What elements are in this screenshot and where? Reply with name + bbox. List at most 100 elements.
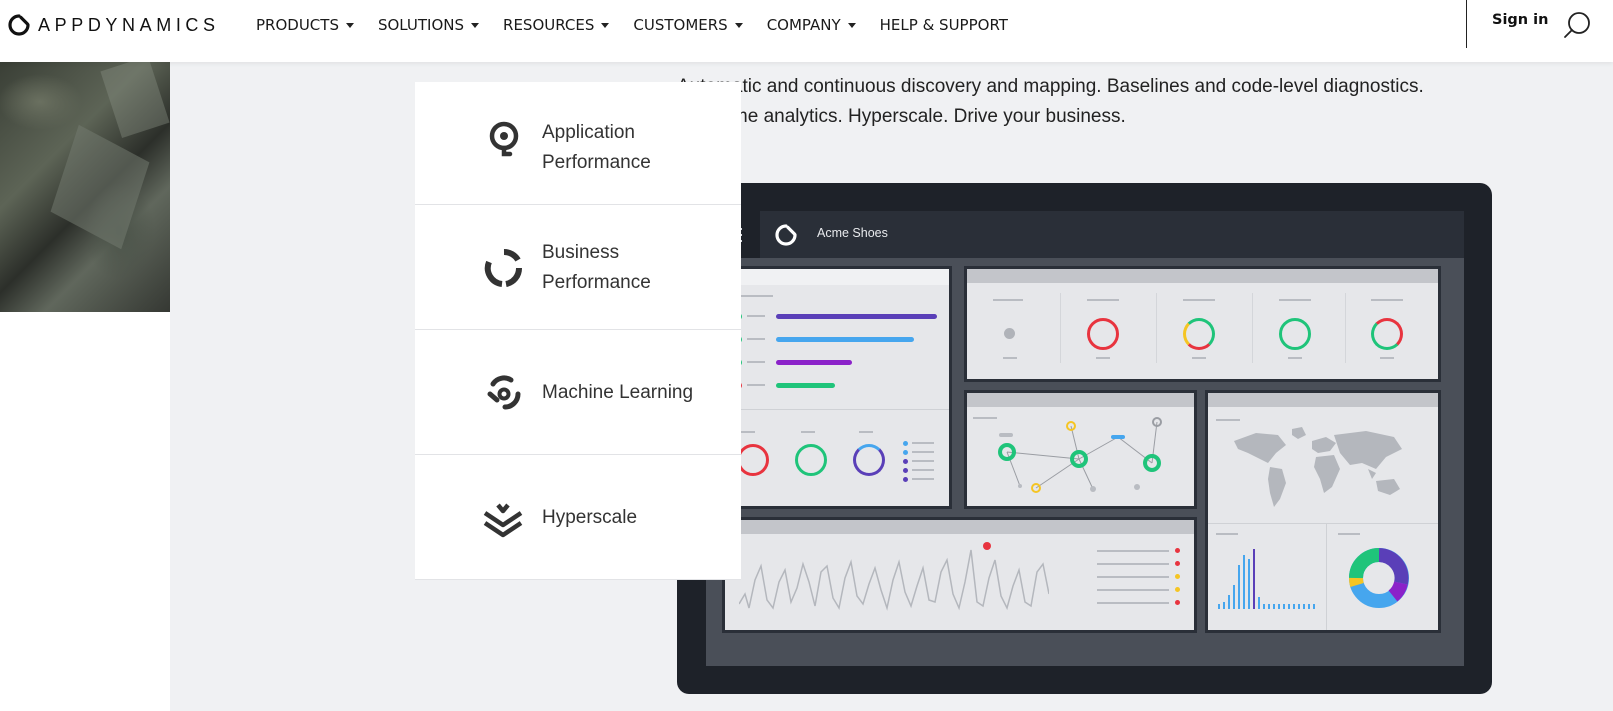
description-line: Automatic and continuous discovery and m… xyxy=(677,76,1424,97)
placeholder-line xyxy=(1096,357,1110,359)
nav-item-label: PRODUCTS xyxy=(256,16,339,34)
caret-down-icon xyxy=(847,22,856,28)
nav-item-products[interactable]: PRODUCTS xyxy=(256,16,354,34)
legend-line xyxy=(1097,576,1169,578)
nav-item-help-support[interactable]: HELP & SUPPORT xyxy=(880,16,1008,34)
nav-item-label: SOLUTIONS xyxy=(377,16,465,34)
placeholder-line xyxy=(912,442,934,444)
panel-header xyxy=(967,269,1438,283)
feature-label-line: Performance xyxy=(542,152,651,173)
feature-list: Application Performance Business Perform… xyxy=(415,82,741,580)
legend-dot xyxy=(1175,574,1180,579)
mockup-panel-list xyxy=(722,266,952,509)
main-menu: PRODUCTS SOLUTIONS RESOURCES CUSTOMERS C… xyxy=(256,0,1032,50)
feature-item-application-performance[interactable]: Application Performance xyxy=(415,82,741,205)
status-ring xyxy=(1183,318,1215,350)
divider xyxy=(1156,293,1157,363)
feature-label-line: Hyperscale xyxy=(542,507,638,528)
legend-dot xyxy=(1175,600,1180,605)
nav-divider xyxy=(1466,0,1467,48)
placeholder-line xyxy=(1371,299,1403,301)
hero-image xyxy=(0,62,170,312)
status-ring xyxy=(1087,318,1119,350)
description-line: Real-time analytics. Hyperscale. Drive y… xyxy=(677,106,1126,127)
feature-label: Hyperscale xyxy=(542,503,637,533)
mockup-header: Acme Shoes xyxy=(706,211,1464,258)
anomaly-marker xyxy=(983,542,991,550)
world-map xyxy=(1234,427,1402,507)
placeholder-line xyxy=(1279,299,1311,301)
donut-chart xyxy=(1349,548,1409,608)
feature-label: Application Performance xyxy=(542,118,651,178)
histogram-chart xyxy=(1218,549,1315,609)
placeholder-line xyxy=(859,431,873,433)
progress-bar xyxy=(776,314,937,319)
divider xyxy=(1060,293,1061,363)
mockup-panel-geo xyxy=(1205,390,1441,633)
timeseries-line-chart xyxy=(739,549,1049,611)
divider xyxy=(1252,293,1253,363)
magnifier-icon xyxy=(489,121,519,157)
nav-item-label: COMPANY xyxy=(766,16,841,34)
placeholder-line xyxy=(1216,533,1238,535)
feature-item-hyperscale[interactable]: Hyperscale xyxy=(415,455,741,580)
layered-chevron-icon xyxy=(483,503,523,538)
nav-item-resources[interactable]: RESOURCES xyxy=(503,16,610,34)
progress-bar xyxy=(776,360,852,365)
placeholder-line xyxy=(801,431,815,433)
legend-dot xyxy=(903,477,908,482)
nav-item-label: HELP & SUPPORT xyxy=(879,16,1008,34)
legend-dot xyxy=(1175,587,1180,592)
appdynamics-logo[interactable]: APPDYNAMICS xyxy=(8,14,220,36)
divider xyxy=(725,409,949,410)
placeholder-line xyxy=(1288,357,1302,359)
caret-down-icon xyxy=(345,22,354,28)
top-navigation: APPDYNAMICS PRODUCTS SOLUTIONS RESOURCES… xyxy=(0,0,1613,62)
status-dot xyxy=(1004,328,1015,339)
image-shard xyxy=(100,62,170,139)
feature-item-business-performance[interactable]: Business Performance xyxy=(415,205,741,330)
feature-item-machine-learning[interactable]: Machine Learning xyxy=(415,330,741,455)
placeholder-line xyxy=(912,451,934,453)
mockup-logo-icon xyxy=(775,224,797,246)
legend-dot xyxy=(1175,561,1180,566)
placeholder-line xyxy=(1380,357,1394,359)
legend-line xyxy=(1097,602,1169,604)
placeholder-line xyxy=(1338,533,1360,535)
search-icon[interactable] xyxy=(1562,10,1594,42)
progress-bar xyxy=(776,337,914,342)
placeholder-line xyxy=(912,469,934,471)
status-ring xyxy=(1371,318,1403,350)
feature-label-line: Business xyxy=(542,242,620,263)
placeholder-line xyxy=(912,478,934,480)
feature-label: Machine Learning xyxy=(542,378,693,408)
panel-header xyxy=(1208,393,1438,407)
feature-label-line: Application xyxy=(542,122,635,143)
feature-label: Business Performance xyxy=(542,238,651,298)
brand-name: APPDYNAMICS xyxy=(38,14,220,35)
placeholder-line xyxy=(993,299,1023,301)
placeholder-line xyxy=(1003,357,1017,359)
nav-item-customers[interactable]: CUSTOMERS xyxy=(633,16,743,34)
legend-dot xyxy=(903,468,908,473)
sign-in-link[interactable]: Sign in xyxy=(1492,12,1548,28)
caret-down-icon xyxy=(601,22,610,28)
nav-item-company[interactable]: COMPANY xyxy=(767,16,856,34)
divider xyxy=(1208,523,1438,524)
placeholder-line xyxy=(747,338,765,340)
placeholder-line xyxy=(1087,299,1119,301)
legend-line xyxy=(1097,550,1169,552)
placeholder-line xyxy=(747,315,765,317)
mockup-dashboard-body xyxy=(706,258,1464,666)
placeholder-line xyxy=(1216,419,1240,421)
dashboard-mockup: Acme Shoes xyxy=(677,183,1492,694)
segmented-ring-icon xyxy=(484,248,522,287)
legend-dot xyxy=(903,441,908,446)
divider xyxy=(1345,293,1346,363)
nav-item-label: CUSTOMERS xyxy=(633,16,728,34)
feature-label-line: Machine Learning xyxy=(542,382,694,403)
nav-item-solutions[interactable]: SOLUTIONS xyxy=(377,16,480,34)
caret-down-icon xyxy=(471,22,480,28)
feature-label-line: Performance xyxy=(542,272,651,293)
placeholder-line xyxy=(1192,357,1206,359)
